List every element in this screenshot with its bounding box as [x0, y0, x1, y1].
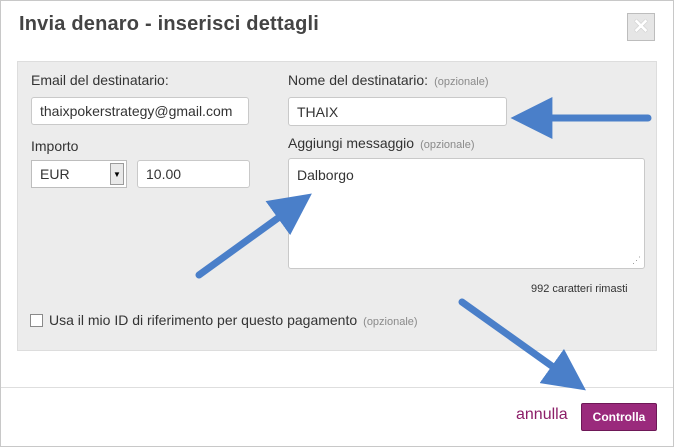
annotation-arrows [195, 97, 652, 391]
arrow-to-message [195, 193, 312, 279]
arrow-to-submit [458, 298, 586, 391]
